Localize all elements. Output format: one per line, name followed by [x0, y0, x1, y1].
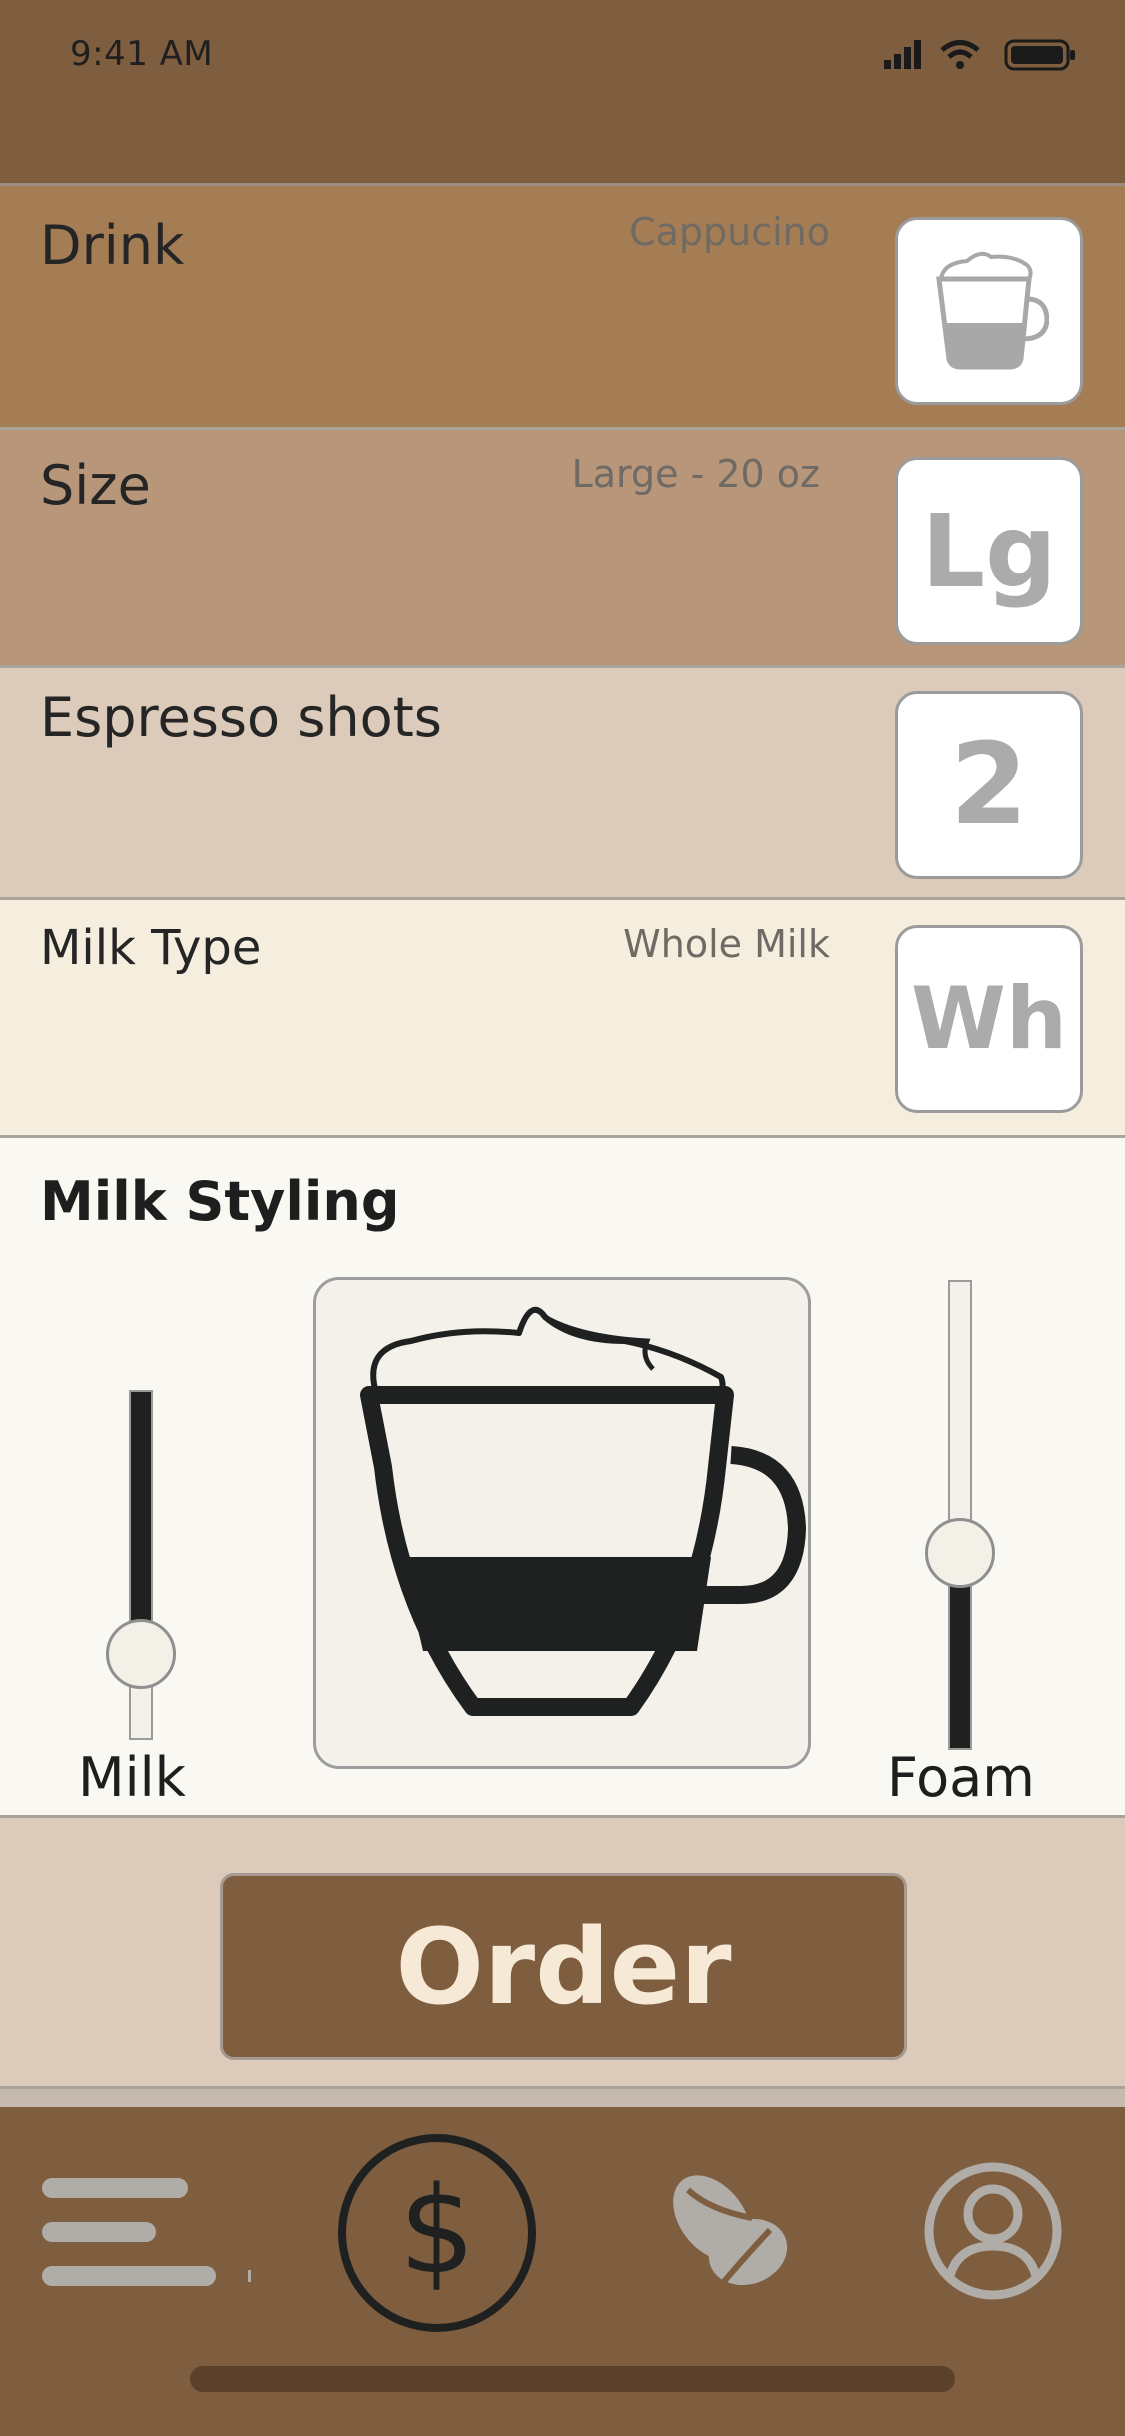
- foam-slider-label: Foam: [887, 1746, 1035, 1809]
- milk-type-value: Whole Milk: [623, 922, 830, 966]
- espresso-shots-tile-text: 2: [950, 720, 1028, 850]
- svg-text:$: $: [399, 2162, 475, 2301]
- milk-slider-knob[interactable]: [106, 1619, 176, 1689]
- home-indicator[interactable]: [190, 2366, 955, 2392]
- milk-type-tile-text: Wh: [910, 969, 1068, 1069]
- drink-label: Drink: [40, 214, 185, 277]
- status-bar: [0, 0, 1125, 186]
- profile-icon[interactable]: [922, 2160, 1064, 2302]
- signal-icon: [884, 40, 921, 69]
- menu-icon[interactable]: [40, 2170, 260, 2295]
- milk-type-label: Milk Type: [40, 920, 262, 976]
- wifi-icon: [940, 40, 980, 69]
- size-value: Large - 20 oz: [571, 452, 820, 496]
- size-tile[interactable]: Lg: [895, 457, 1083, 645]
- milk-styling-title: Milk Styling: [40, 1170, 400, 1233]
- dollar-icon[interactable]: $: [336, 2132, 538, 2334]
- cup-illustration: [360, 1306, 807, 1716]
- espresso-shots-label: Espresso shots: [40, 686, 442, 749]
- cappuccino-cup-icon: [936, 251, 1049, 370]
- milk-slider-fill: [131, 1392, 151, 1654]
- battery-icon: [1004, 39, 1075, 71]
- milk-type-tile[interactable]: Wh: [895, 925, 1083, 1113]
- milk-slider-label: Milk: [78, 1746, 186, 1809]
- size-label: Size: [40, 454, 151, 517]
- order-button[interactable]: Order: [220, 1873, 907, 2060]
- size-tile-text: Lg: [921, 492, 1057, 610]
- coffee-bean-icon[interactable]: [660, 2160, 800, 2300]
- espresso-shots-tile[interactable]: 2: [895, 691, 1083, 879]
- drink-tile[interactable]: [895, 217, 1083, 405]
- foam-slider-knob[interactable]: [925, 1518, 995, 1588]
- status-time: 9:41 AM: [70, 34, 214, 74]
- drink-value: Cappucino: [629, 210, 830, 254]
